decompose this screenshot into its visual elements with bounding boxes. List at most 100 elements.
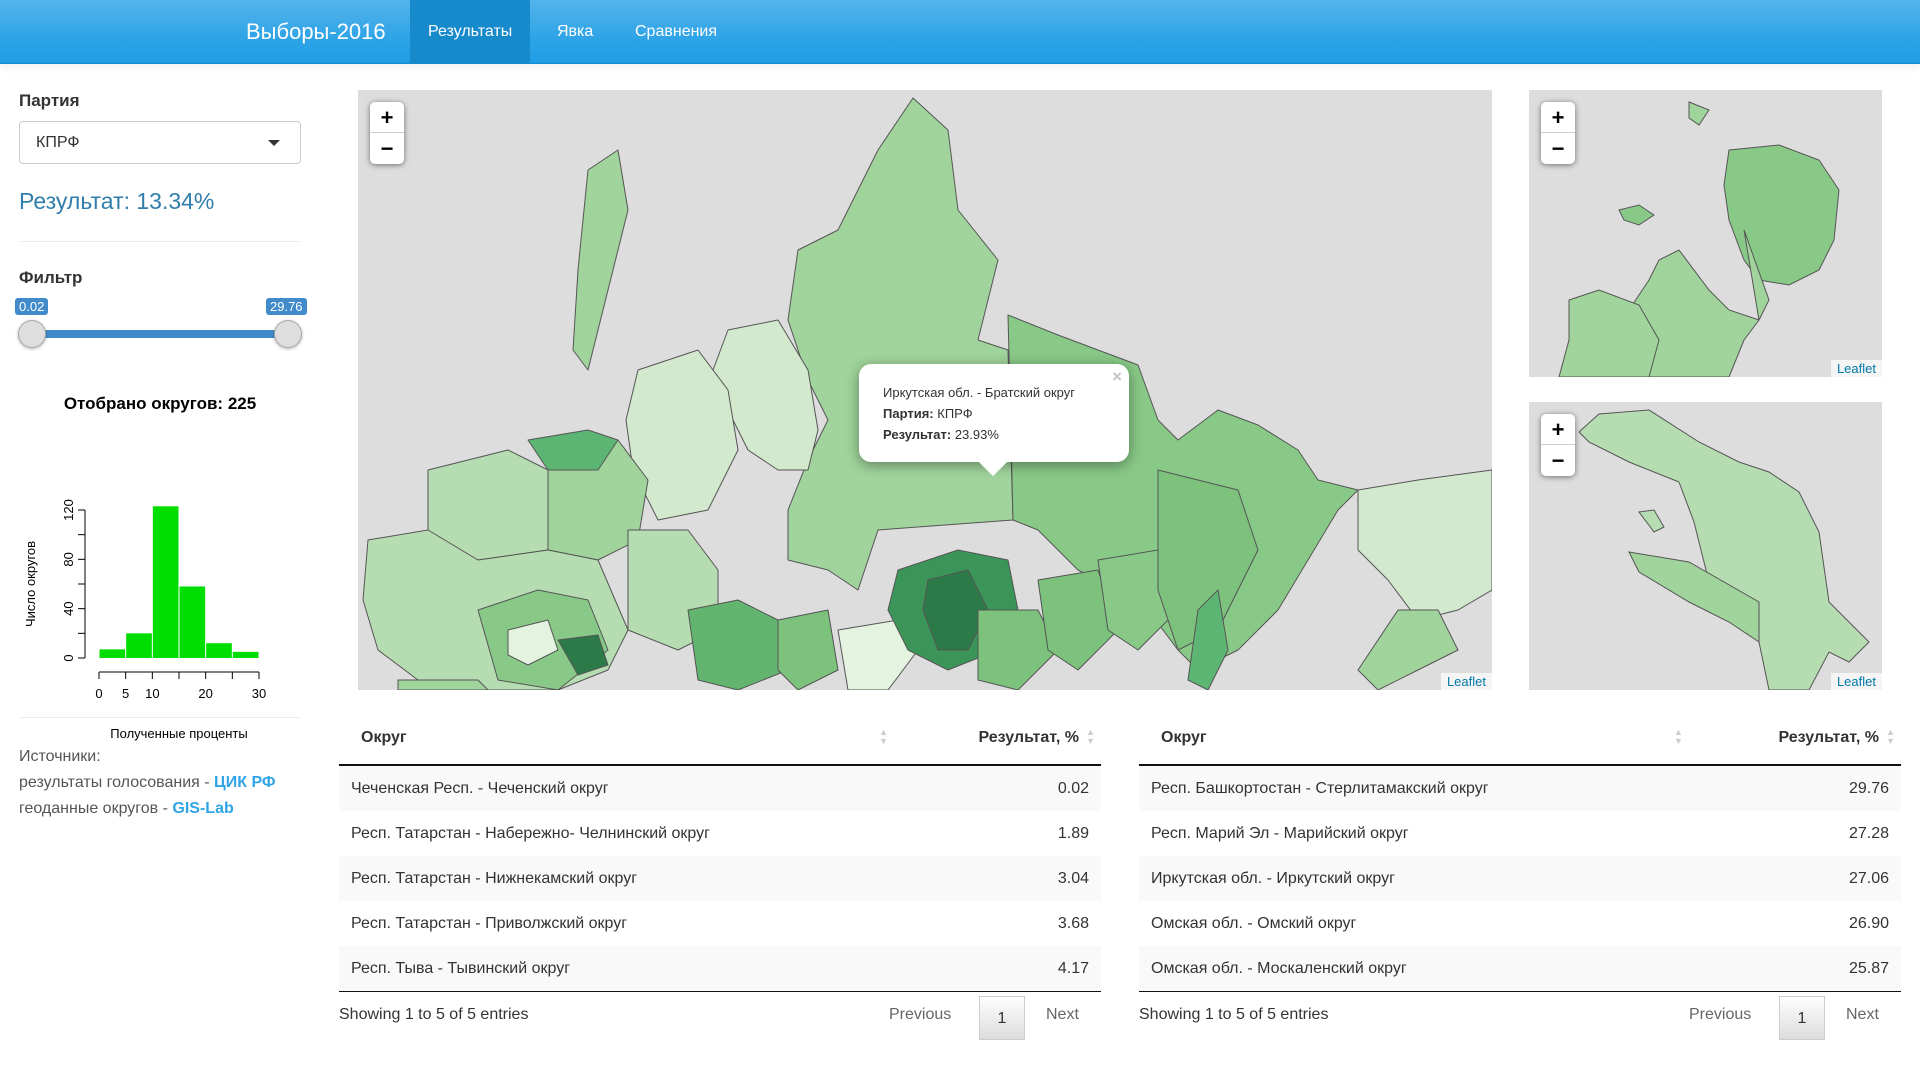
column-header-result[interactable]: Результат, % [979, 729, 1080, 747]
cell-result: 27.06 [1848, 870, 1889, 887]
column-header-district[interactable]: Округ [361, 729, 407, 747]
moscow-choropleth[interactable] [1529, 90, 1882, 377]
moscow-map[interactable]: + − Leaflet [1529, 90, 1882, 377]
y-tick-label: 40 [61, 601, 76, 615]
table-row[interactable]: Омская обл. - Москаленский округ 25.87 [1139, 946, 1901, 991]
tab-comparisons[interactable]: Сравнения [617, 0, 735, 64]
cell-result: 4.17 [1057, 960, 1089, 977]
table-header: Округ ▲ ▼ Результат, % ▲ ▼ [1139, 715, 1901, 766]
region-omsk-south [687, 599, 789, 690]
popup-party: Партия: КПРФ [883, 403, 1105, 424]
spb-map[interactable]: + − Leaflet [1529, 402, 1882, 690]
party-select[interactable]: КПРФ [19, 121, 301, 164]
leaflet-attribution[interactable]: Leaflet [1830, 673, 1882, 690]
previous-page-button[interactable]: Previous [1689, 1006, 1751, 1024]
x-tick-label: 20 [198, 686, 212, 701]
sources-line-1: результаты голосования - ЦИК РФ [19, 770, 276, 796]
next-page-button[interactable]: Next [1046, 1006, 1079, 1024]
party-label: Партия [19, 91, 80, 110]
previous-page-button[interactable]: Previous [889, 1006, 951, 1024]
x-tick-label: 5 [122, 686, 129, 701]
table-row[interactable]: Респ. Татарстан - Нижнекамский округ 3.04 [339, 856, 1101, 901]
cell-result: 0.02 [1057, 780, 1089, 797]
popup-party-label: Партия: [883, 406, 934, 421]
sort-icon[interactable]: ▲ ▼ [1086, 728, 1095, 746]
column-header-result[interactable]: Результат, % [1779, 729, 1880, 747]
column-header-district[interactable]: Округ [1161, 729, 1207, 747]
sources-line-2: геоданные округов - GIS-Lab [19, 796, 276, 822]
region-altai [777, 609, 839, 690]
zoom-in-button[interactable]: + [370, 102, 404, 133]
zoom-out-button[interactable]: − [1541, 133, 1575, 164]
popup-title: Иркутская обл. - Братский округ [883, 385, 1075, 400]
tab-results[interactable]: Результаты [410, 0, 531, 64]
chevron-down-icon [268, 140, 280, 146]
gislab-link[interactable]: GIS-Lab [172, 800, 233, 817]
sources-title: Источники: [19, 748, 101, 765]
page-1-button[interactable]: 1 [979, 996, 1025, 1040]
leaflet-attribution[interactable]: Leaflet [1830, 360, 1882, 377]
table-footer: Showing 1 to 5 of 5 entries Previous 1 N… [339, 991, 1101, 1047]
y-tick-label: 80 [61, 552, 76, 566]
table-footer: Showing 1 to 5 of 5 entries Previous 1 N… [1139, 991, 1901, 1047]
popup-party-value: КПРФ [937, 406, 973, 421]
y-tick-label: 0 [61, 654, 76, 661]
table-row[interactable]: Иркутская обл. - Иркутский округ 27.06 [1139, 856, 1901, 901]
histogram-bar [179, 586, 206, 658]
x-tick-label: 10 [145, 686, 159, 701]
tab-turnout[interactable]: Явка [539, 0, 611, 64]
histogram-chart: 0 40 80 120 0 5 10 20 30 Полученные проценты Число… [23, 499, 266, 741]
histogram-title: Отобрано округов: 225 [63, 394, 257, 413]
spb-choropleth[interactable] [1529, 402, 1882, 690]
next-page-button[interactable]: Next [1846, 1006, 1879, 1024]
page-1-button[interactable]: 1 [1779, 996, 1825, 1040]
cell-result: 26.90 [1848, 915, 1889, 932]
cell-result: 3.04 [1057, 870, 1089, 887]
x-tick-label: 30 [252, 686, 266, 701]
y-tick-label: 120 [61, 499, 76, 521]
slider-max-handle[interactable] [274, 320, 302, 348]
histogram-bar [126, 633, 152, 658]
cell-result: 29.76 [1848, 780, 1889, 797]
party-select-value: КПРФ [36, 134, 80, 151]
cik-link[interactable]: ЦИК РФ [214, 774, 276, 791]
table-info: Showing 1 to 5 of 5 entries [1139, 1006, 1329, 1023]
histogram-bar [206, 643, 232, 658]
popup-result: Результат: 23.93% [883, 424, 1105, 445]
x-tick-label: 0 [95, 686, 102, 701]
sources-text: результаты голосования - [19, 774, 215, 791]
x-axis-title: Полученные проценты [110, 726, 247, 741]
sort-icon[interactable]: ▲ ▼ [1674, 728, 1683, 746]
table-row[interactable]: Респ. Татарстан - Набережно- Челнинский … [339, 811, 1101, 856]
table-body: Чеченская Респ. - Чеченский округ 0.02 Ре… [339, 766, 1101, 991]
zoom-out-button[interactable]: − [370, 133, 404, 164]
table-row[interactable]: Чеченская Респ. - Чеченский округ 0.02 [339, 766, 1101, 811]
table-row[interactable]: Респ. Башкортостан - Стерлитамакский окр… [1139, 766, 1901, 811]
histogram-bar [152, 506, 179, 658]
table-row[interactable]: Респ. Татарстан - Приволжский округ 3.68 [339, 901, 1101, 946]
table-row[interactable]: Омская обл. - Омский округ 26.90 [1139, 901, 1901, 946]
zoom-in-button[interactable]: + [1541, 414, 1575, 445]
sort-icon[interactable]: ▲ ▼ [1886, 728, 1895, 746]
leaflet-attribution[interactable]: Leaflet [1440, 673, 1492, 690]
popup-result-value: 23.93% [954, 427, 999, 442]
cell-district: Респ. Марий Эл - Марийский округ [1151, 825, 1409, 842]
zoom-in-button[interactable]: + [1541, 102, 1575, 133]
table-row[interactable]: Респ. Марий Эл - Марийский округ 27.28 [1139, 811, 1901, 856]
sort-icon[interactable]: ▲ ▼ [879, 728, 888, 746]
cell-district: Респ. Татарстан - Нижнекамский округ [351, 870, 638, 887]
filter-slider-track[interactable] [29, 330, 291, 338]
cell-district: Омская обл. - Омский округ [1151, 915, 1357, 932]
main-map-zoom-control: + − [370, 102, 404, 164]
top-results-table: Округ ▲ ▼ Результат, % ▲ ▼ Респ. Башкортос… [1139, 715, 1901, 1047]
filter-label: Фильтр [19, 268, 83, 287]
divider [19, 717, 301, 718]
table-row[interactable]: Респ. Тыва - Тывинский округ 4.17 [339, 946, 1101, 991]
brand-title[interactable]: Выборы-2016 [246, 0, 386, 64]
close-icon[interactable]: × [1112, 366, 1122, 387]
cell-district: Чеченская Респ. - Чеченский округ [351, 780, 609, 797]
slider-min-handle[interactable] [18, 320, 46, 348]
zoom-out-button[interactable]: − [1541, 445, 1575, 476]
slider-max-label: 29.76 [266, 298, 307, 315]
spb-map-zoom-control: + − [1541, 414, 1575, 476]
